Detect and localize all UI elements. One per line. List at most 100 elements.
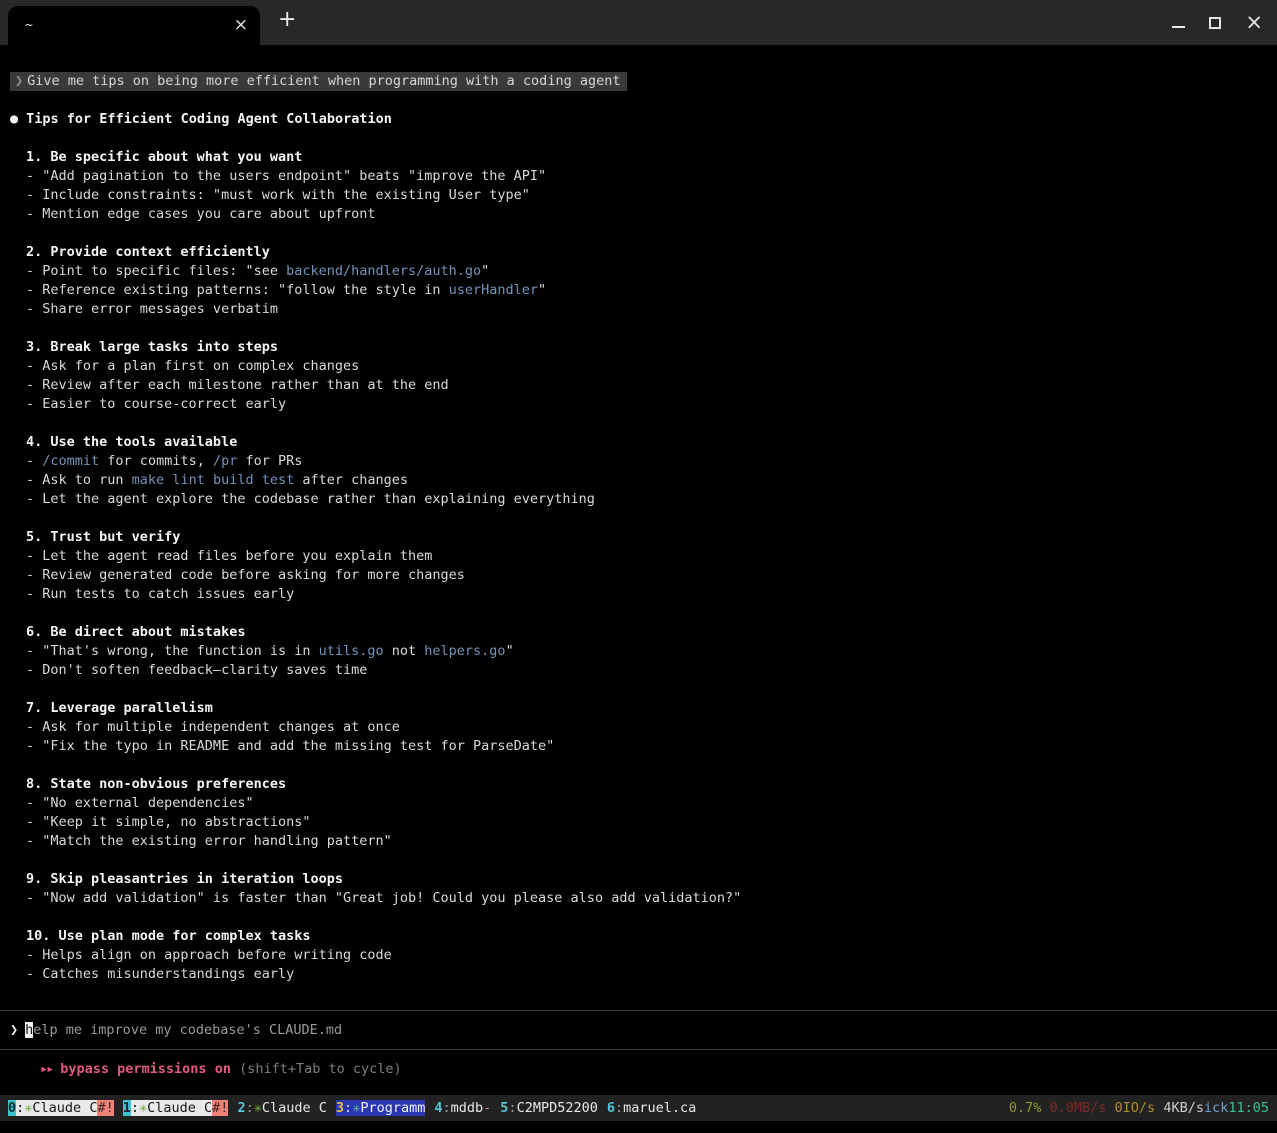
- section-header: 10. Use plan mode for complex tasks: [26, 927, 1267, 946]
- terminal-tab[interactable]: ~ ×: [8, 6, 260, 45]
- section-item: - "Fix the typo in README and add the mi…: [26, 737, 1267, 756]
- section-item: - "No external dependencies": [26, 794, 1267, 813]
- inline-code: make lint build test: [132, 472, 295, 488]
- section-item: - "Match the existing error handling pat…: [26, 832, 1267, 851]
- tmux-status-bar: 0:✳Claude C#! 1:✳Claude C#! 2:✳Claude C 3:✳…: [0, 1095, 1277, 1121]
- tip-section: 2. Provide context efficiently- Point to…: [10, 243, 1267, 319]
- mode-arrows-icon: ▸▸: [40, 1061, 52, 1077]
- section-item: - Don't soften feedback—clarity saves ti…: [26, 661, 1267, 680]
- section-item: - Share error messages verbatim: [26, 300, 1267, 319]
- tip-section: 3. Break large tasks into steps- Ask for…: [10, 338, 1267, 414]
- section-header: 4. Use the tools available: [26, 433, 1267, 452]
- tip-section: 5. Trust but verify- Let the agent read …: [10, 528, 1267, 604]
- input-prompt-char: ❯: [10, 1022, 18, 1038]
- section-item: - "Add pagination to the users endpoint"…: [26, 167, 1267, 186]
- activity-star-icon: ✳: [139, 1100, 147, 1116]
- tmux-window-5[interactable]: 5:C2MPD52200: [500, 1100, 598, 1116]
- inline-code: utils.go: [319, 643, 384, 659]
- section-item: - Ask to run make lint build test after …: [26, 471, 1267, 490]
- window-index: 0: [8, 1100, 16, 1116]
- input-value: elp me improve my codebase's CLAUDE.md: [33, 1022, 342, 1038]
- section-header: 8. State non-obvious preferences: [26, 775, 1267, 794]
- user-message-text: Give me tips on being more efficient whe…: [27, 73, 620, 89]
- section-header: 9. Skip pleasantries in iteration loops: [26, 870, 1267, 889]
- window-titlebar: ~ × + ×: [0, 0, 1277, 45]
- tmux-window-1[interactable]: 1:✳Claude C#!: [123, 1100, 229, 1116]
- new-tab-button[interactable]: +: [278, 7, 296, 32]
- tab-close-icon[interactable]: ×: [234, 17, 248, 34]
- section-item: - Review after each milestone rather tha…: [26, 376, 1267, 395]
- terminal-empty-area: [10, 984, 1267, 1010]
- user-prompt-char: ❯: [10, 73, 27, 89]
- window-index: 2: [237, 1100, 245, 1116]
- window-name: Programm: [360, 1100, 425, 1116]
- section-item: - Ask for a plan first on complex change…: [26, 357, 1267, 376]
- status-segment: 0.7%: [1009, 1100, 1042, 1116]
- status-segment: 4KB/s: [1155, 1100, 1204, 1116]
- section-item: - Point to specific files: "see backend/…: [26, 262, 1267, 281]
- inline-code: helpers.go: [424, 643, 505, 659]
- window-name: C2MPD52200: [517, 1100, 598, 1116]
- section-item: - Easier to course-correct early: [26, 395, 1267, 414]
- window-name: maruel.ca: [623, 1100, 696, 1116]
- window-flag: #!: [212, 1100, 228, 1116]
- response-title-text: Tips for Efficient Coding Agent Collabor…: [26, 111, 392, 127]
- section-item: - Reference existing patterns: "follow t…: [26, 281, 1267, 300]
- tmux-window-2[interactable]: 2:✳Claude C: [237, 1100, 326, 1116]
- section-header: 5. Trust but verify: [26, 528, 1267, 547]
- window-name: Claude C: [262, 1100, 327, 1116]
- window-index: 3: [336, 1100, 344, 1116]
- section-header: 6. Be direct about mistakes: [26, 623, 1267, 642]
- section-header: 2. Provide context efficiently: [26, 243, 1267, 262]
- tip-section: 9. Skip pleasantries in iteration loops-…: [10, 870, 1267, 908]
- tip-section: 7. Leverage parallelism- Ask for multipl…: [10, 699, 1267, 756]
- section-item: - Let the agent read files before you ex…: [26, 547, 1267, 566]
- section-header: 1. Be specific about what you want: [26, 148, 1267, 167]
- terminal-screen[interactable]: ❯Give me tips on being more efficient wh…: [0, 45, 1277, 1095]
- window-name: mddb: [451, 1100, 484, 1116]
- inline-code: userHandler: [449, 282, 538, 298]
- section-item: - "Now add validation" is faster than "G…: [26, 889, 1267, 908]
- activity-star-icon: ✳: [254, 1100, 262, 1116]
- tmux-status-right: 0.7% 0.0MB/s 0IO/s 4KB/sick11:05: [1009, 1100, 1269, 1116]
- section-item: - Mention edge cases you care about upfr…: [26, 205, 1267, 224]
- tip-section: 6. Be direct about mistakes- "That's wro…: [10, 623, 1267, 680]
- response-title: ●Tips for Efficient Coding Agent Collabo…: [10, 110, 1267, 129]
- tip-section: 10. Use plan mode for complex tasks- Hel…: [10, 927, 1267, 984]
- tmux-window-3[interactable]: 3:✳Programm: [336, 1100, 425, 1116]
- window-close-icon[interactable]: ×: [1245, 12, 1263, 33]
- window-controls: ×: [1172, 0, 1263, 45]
- section-item: - Include constraints: "must work with t…: [26, 186, 1267, 205]
- tmux-window-0[interactable]: 0:✳Claude C#!: [8, 1100, 114, 1116]
- window-index: 6: [607, 1100, 615, 1116]
- section-item: - Let the agent explore the codebase rat…: [26, 490, 1267, 509]
- section-item: - /commit for commits, /pr for PRs: [26, 452, 1267, 471]
- mode-label: bypass permissions on: [60, 1061, 231, 1077]
- inline-code: /commit: [42, 453, 99, 469]
- section-item: - "Keep it simple, no abstractions": [26, 813, 1267, 832]
- tmux-window-4[interactable]: 4:mddb-: [434, 1100, 491, 1116]
- status-segment: ick: [1204, 1100, 1228, 1116]
- status-segment: 0IO/s: [1106, 1100, 1155, 1116]
- permission-mode-line[interactable]: ▸▸ bypass permissions on (shift+Tab to cy…: [10, 1050, 1267, 1079]
- minimize-icon[interactable]: [1172, 26, 1185, 28]
- section-item: - Ask for multiple independent changes a…: [26, 718, 1267, 737]
- tmux-window-list: 0:✳Claude C#! 1:✳Claude C#! 2:✳Claude C 3:✳…: [8, 1100, 1009, 1116]
- tip-section: 8. State non-obvious preferences- "No ex…: [10, 775, 1267, 851]
- window-index: 5: [500, 1100, 508, 1116]
- response-sections: 1. Be specific about what you want- "Add…: [10, 129, 1267, 984]
- tip-section: 1. Be specific about what you want- "Add…: [10, 148, 1267, 224]
- status-segment: 0.0MB/s: [1041, 1100, 1106, 1116]
- section-item: - Helps align on approach before writing…: [26, 946, 1267, 965]
- mode-hint: (shift+Tab to cycle): [231, 1061, 402, 1077]
- user-message: ❯Give me tips on being more efficient wh…: [10, 72, 627, 91]
- section-item: - "That's wrong, the function is in util…: [26, 642, 1267, 661]
- tmux-window-6[interactable]: 6:maruel.ca: [607, 1100, 696, 1116]
- maximize-icon[interactable]: [1209, 17, 1221, 29]
- section-header: 7. Leverage parallelism: [26, 699, 1267, 718]
- prompt-input[interactable]: ❯help me improve my codebase's CLAUDE.md: [0, 1010, 1277, 1050]
- window-name: Claude C: [147, 1100, 212, 1116]
- tip-section: 4. Use the tools available- /commit for …: [10, 433, 1267, 509]
- spacer-line: [10, 91, 1267, 110]
- section-item: - Review generated code before asking fo…: [26, 566, 1267, 585]
